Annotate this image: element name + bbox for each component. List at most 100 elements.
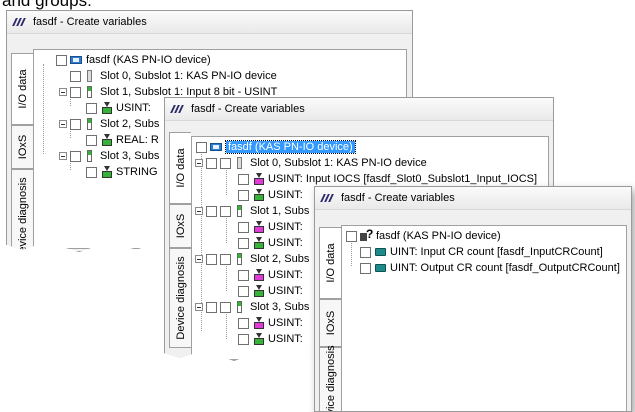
- checkbox[interactable]: [360, 246, 371, 258]
- status-variable-icon: [252, 317, 265, 329]
- checkbox[interactable]: [238, 173, 249, 185]
- tree-row-slot0[interactable]: Slot 0, Subslot 1: KAS PN-IO device: [70, 68, 277, 84]
- tree-row-slot1[interactable]: Slot 1, Subs: [195, 203, 309, 219]
- checkbox[interactable]: [196, 141, 207, 153]
- row-label: Slot 0, Subslot 1: KAS PN-IO device: [250, 157, 427, 169]
- window-title: fasdf - Create variables: [33, 16, 147, 28]
- row-label: USINT:: [268, 317, 303, 329]
- row-label: Slot 2, Subs: [250, 253, 310, 265]
- row-label: Slot 3, Subs: [100, 150, 160, 162]
- tab-device-diagnosis[interactable]: Device diagnosis: [319, 345, 341, 412]
- tab-io-data[interactable]: I/O data: [169, 132, 191, 204]
- checkbox[interactable]: [206, 157, 217, 169]
- collapse-toggle-icon[interactable]: [195, 255, 203, 263]
- checkbox[interactable]: [238, 189, 249, 201]
- tree-row-device[interactable]: fasdf (KAS PN-IO device): [56, 52, 211, 68]
- checkbox[interactable]: [220, 253, 231, 265]
- checkbox[interactable]: [70, 118, 81, 130]
- checkbox[interactable]: [238, 221, 249, 233]
- tab-device-diagnosis[interactable]: Device diagnosis: [169, 248, 191, 348]
- input-slot-icon: [84, 150, 97, 162]
- tree-row-slot3[interactable]: Slot 3, Subs: [59, 148, 159, 164]
- checkbox[interactable]: [238, 269, 249, 281]
- tree-row-slot3[interactable]: Slot 3, Subs: [195, 299, 309, 315]
- tab-ioxs[interactable]: IOxS: [319, 299, 341, 347]
- tree-row-slot2[interactable]: Slot 2, Subs: [195, 251, 309, 267]
- checkbox[interactable]: [238, 317, 249, 329]
- tab-label: Device diagnosis: [174, 256, 187, 340]
- tree-row-variable[interactable]: USINT:: [238, 315, 303, 331]
- slot-module-icon: [84, 70, 97, 82]
- tab-label: IOxS: [174, 213, 187, 239]
- tree-row-variable[interactable]: USINT:: [238, 219, 303, 235]
- collapse-toggle-icon[interactable]: [195, 207, 203, 215]
- tree-row-variable[interactable]: REAL: R: [86, 132, 159, 148]
- checkbox[interactable]: [86, 102, 97, 114]
- tab-io-data[interactable]: I/O data: [11, 53, 33, 125]
- tab-label: I/O data: [174, 148, 187, 188]
- tree-row-variable[interactable]: USINT: Input IOCS [fasdf_Slot0_Subslot1_…: [238, 171, 537, 187]
- tree-row-variable[interactable]: USINT:: [86, 100, 151, 116]
- caption-text: and groups:: [2, 0, 92, 10]
- window-title: fasdf - Create variables: [341, 192, 455, 204]
- tree-row-variable[interactable]: USINT:: [238, 187, 303, 203]
- tree-row-slot2[interactable]: Slot 2, Subs: [59, 116, 159, 132]
- checkbox[interactable]: [238, 285, 249, 297]
- checkbox[interactable]: [220, 205, 231, 217]
- input-variable-icon: [252, 189, 265, 201]
- tab-device-diagnosis[interactable]: Device diagnosis: [11, 169, 33, 252]
- title-bar[interactable]: fasdf - Create variables: [7, 11, 412, 34]
- collapse-toggle-icon[interactable]: [195, 303, 203, 311]
- tree-row-variable[interactable]: STRING: [86, 164, 158, 180]
- app-logo-icon: [320, 194, 335, 202]
- tree-row-device[interactable]: ? fasdf (KAS PN-IO device): [346, 227, 501, 244]
- checkbox[interactable]: [56, 54, 67, 66]
- collapse-toggle-icon[interactable]: [59, 152, 67, 160]
- collapse-toggle-icon[interactable]: [195, 159, 203, 167]
- title-bar[interactable]: fasdf - Create variables: [315, 187, 631, 210]
- row-label: USINT:: [268, 269, 303, 281]
- tab-label: Device diagnosis: [16, 177, 29, 252]
- checkbox[interactable]: [86, 134, 97, 146]
- variable-tree[interactable]: ? fasdf (KAS PN-IO device) UINT: Input C…: [341, 225, 627, 411]
- tree-row-variable[interactable]: USINT:: [238, 267, 303, 283]
- collapse-toggle-icon[interactable]: [59, 88, 67, 96]
- checkbox[interactable]: [346, 230, 357, 242]
- checkbox[interactable]: [206, 301, 217, 313]
- collapse-toggle-icon[interactable]: [59, 120, 67, 128]
- tree-row-device[interactable]: fasdf (KAS PN-IO device): [196, 139, 356, 155]
- counter-variable-icon: [374, 246, 387, 258]
- tree-row-variable[interactable]: USINT:: [238, 331, 303, 347]
- tree-row-variable[interactable]: UINT: Input CR count [fasdf_InputCRCount…: [360, 244, 603, 260]
- checkbox[interactable]: [86, 166, 97, 178]
- checkbox[interactable]: [70, 86, 81, 98]
- title-bar[interactable]: fasdf - Create variables: [165, 98, 553, 121]
- row-label: USINT: Input IOCS [fasdf_Slot0_Subslot1_…: [268, 173, 538, 185]
- checkbox[interactable]: [70, 70, 81, 82]
- checkbox[interactable]: [238, 333, 249, 345]
- checkbox[interactable]: [206, 253, 217, 265]
- checkbox[interactable]: [70, 150, 81, 162]
- checkbox[interactable]: [220, 301, 231, 313]
- tree-row-variable[interactable]: USINT:: [238, 283, 303, 299]
- input-variable-icon: [100, 134, 113, 146]
- device-icon: [210, 141, 223, 153]
- status-variable-icon: [252, 221, 265, 233]
- checkbox[interactable]: [206, 205, 217, 217]
- tree-row-variable[interactable]: USINT:: [238, 235, 303, 251]
- input-slot-icon: [84, 118, 97, 130]
- tab-ioxs[interactable]: IOxS: [11, 125, 33, 169]
- tab-ioxs[interactable]: IOxS: [169, 204, 191, 248]
- tab-label: IOxS: [16, 134, 29, 160]
- checkbox[interactable]: [360, 262, 371, 274]
- row-label: USINT:: [268, 189, 303, 201]
- input-variable-icon: [252, 237, 265, 249]
- tab-label: Device diagnosis: [324, 345, 337, 412]
- row-label: USINT:: [116, 102, 151, 114]
- tree-row-slot0[interactable]: Slot 0, Subslot 1: KAS PN-IO device: [195, 155, 427, 171]
- checkbox[interactable]: [238, 237, 249, 249]
- checkbox[interactable]: [220, 157, 231, 169]
- slot-module-icon: [234, 157, 247, 169]
- tree-row-variable[interactable]: UINT: Output CR count [fasdf_OutputCRCou…: [360, 260, 620, 276]
- tab-io-data[interactable]: I/O data: [319, 227, 341, 299]
